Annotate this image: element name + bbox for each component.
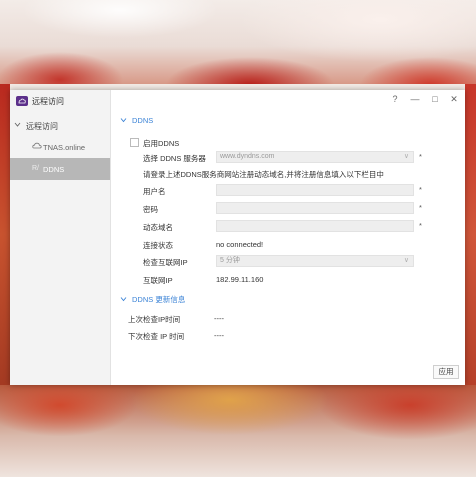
sidebar-item-ddns[interactable]: R/ DDNS (10, 158, 110, 180)
section-ddns[interactable]: DDNS (120, 116, 153, 125)
ip-value: 182.99.11.160 (216, 275, 264, 284)
interval-value: 5 分钟 (220, 257, 240, 264)
domain-label: 动态域名 (143, 223, 173, 232)
username-field[interactable] (216, 184, 414, 196)
sidebar-group-label: 远程访问 (26, 122, 58, 131)
interval-select[interactable]: 5 分钟 ∨ (216, 255, 414, 267)
app-header: 远程访问 (10, 90, 110, 112)
chevron-down-icon: ∨ (403, 257, 409, 264)
background-photo-bottom (0, 385, 476, 477)
last-check-value: ---- (214, 314, 224, 323)
apply-button[interactable]: 应用 (433, 365, 459, 379)
provider-select[interactable]: www.dyndns.com ∨ (216, 151, 414, 163)
ddns-icon: R/ (32, 165, 39, 172)
interval-label: 检查互联网IP (143, 258, 188, 267)
remote-access-window: 远程访问 远程访问 TNAS.online R/ DDNS ? — □ ✕ DD… (10, 90, 465, 385)
background-photo-right (465, 84, 476, 385)
required-mark: * (419, 185, 422, 194)
chevron-down-icon (120, 118, 127, 123)
sidebar-item-label: DDNS (43, 165, 65, 174)
chevron-down-icon (120, 297, 127, 302)
section-title: DDNS (132, 116, 154, 125)
provider-value: www.dyndns.com (220, 153, 275, 160)
sidebar-item-tnas-online[interactable]: TNAS.online (10, 138, 110, 156)
section-update-info[interactable]: DDNS 更新信息 (120, 294, 185, 305)
chevron-down-icon (14, 122, 21, 127)
next-check-value: ---- (214, 331, 224, 340)
background-photo-top (0, 0, 476, 84)
password-label: 密码 (143, 205, 158, 214)
last-check-label: 上次检查IP时间 (128, 315, 181, 324)
sidebar-group-remote-access[interactable]: 远程访问 (10, 118, 110, 134)
password-field[interactable] (216, 202, 414, 214)
required-mark: * (419, 152, 422, 161)
background-photo-left (0, 84, 10, 385)
status-value: no connected! (216, 240, 264, 249)
required-mark: * (419, 203, 422, 212)
enable-ddns-checkbox[interactable] (130, 138, 139, 147)
chevron-down-icon: ∨ (403, 153, 409, 160)
main-panel: DDNS 启用DDNS 选择 DDNS 服务器 www.dyndns.com ∨… (110, 90, 465, 385)
status-label: 连接状态 (143, 241, 173, 250)
cloud-icon (32, 142, 42, 149)
sidebar: 远程访问 远程访问 TNAS.online R/ DDNS (10, 90, 111, 385)
remote-access-app-icon (16, 96, 28, 106)
instruction-text: 请登录上述DDNS服务商网站注册动态域名,并将注册信息填入以下栏目中 (143, 170, 384, 179)
section-title: DDNS 更新信息 (132, 295, 186, 304)
enable-ddns-label: 启用DDNS (143, 139, 180, 148)
next-check-label: 下次检查 IP 时间 (128, 332, 185, 341)
domain-field[interactable] (216, 220, 414, 232)
ip-label: 互联网IP (143, 276, 173, 285)
sidebar-item-label: TNAS.online (43, 143, 86, 152)
provider-label: 选择 DDNS 服务器 (143, 154, 206, 163)
username-label: 用户名 (143, 187, 166, 196)
app-title: 远程访问 (32, 97, 64, 106)
required-mark: * (419, 221, 422, 230)
